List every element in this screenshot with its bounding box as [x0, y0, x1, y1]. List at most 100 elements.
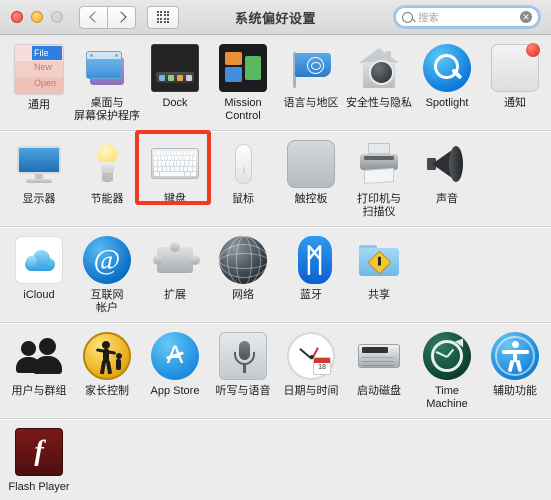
pref-item-energy-saver[interactable]: 节能器	[73, 140, 141, 219]
grid-icon	[156, 10, 170, 24]
pref-label: 用户与群组	[11, 385, 67, 397]
keyboard-icon-wrap	[151, 140, 199, 188]
pref-item-startup-disk[interactable]: 启动磁盘	[345, 332, 413, 411]
language-region-icon	[287, 44, 335, 92]
search-icon	[402, 11, 413, 23]
prefs-row-third-party: f Flash Player	[0, 418, 551, 500]
prefs-row-internet: iCloud @ 互联网 帐户 扩展 网络 ᛗ 蓝牙 共享	[0, 226, 551, 322]
bluetooth-rune-icon: ᛗ	[304, 242, 325, 278]
prefs-row-system: 用户与群组 家长控制 A App Store	[0, 322, 551, 418]
pref-item-internet-accounts[interactable]: @ 互联网 帐户	[73, 236, 141, 315]
pref-item-dictation-speech[interactable]: 听写与语音	[209, 332, 277, 411]
dictation-speech-icon	[219, 332, 267, 380]
pref-item-security-privacy[interactable]: 安全性与隐私	[345, 44, 413, 123]
sharing-icon	[355, 236, 403, 284]
pref-label: 通知	[504, 97, 526, 109]
pref-label-line2: Control	[225, 110, 261, 122]
pref-item-bluetooth[interactable]: ᛗ 蓝牙	[277, 236, 345, 315]
notifications-icon	[491, 43, 540, 92]
clear-search-icon[interactable]: ✕	[520, 11, 532, 23]
icloud-icon	[15, 236, 63, 284]
traffic-lights	[11, 11, 63, 23]
pref-label: 节能器	[90, 193, 124, 205]
pref-label: 扩展	[164, 289, 186, 301]
trackpad-icon	[287, 140, 335, 188]
chevron-right-icon	[114, 11, 127, 23]
search-input[interactable]: 搜索 ✕	[395, 7, 539, 27]
minimize-button[interactable]	[31, 11, 43, 23]
general-icon: File New Open	[14, 44, 64, 94]
users-groups-icon	[15, 332, 63, 380]
pref-item-language-region[interactable]: 语言与地区	[277, 44, 345, 123]
pref-item-extensions[interactable]: 扩展	[141, 236, 209, 315]
pref-item-network[interactable]: 网络	[209, 236, 277, 315]
pref-label: 键盘	[164, 193, 186, 205]
pref-item-users-groups[interactable]: 用户与群组	[5, 332, 73, 411]
pref-item-desktop-screensaver[interactable]: 桌面与 屏幕保护程序	[73, 44, 141, 123]
back-button[interactable]	[79, 5, 107, 29]
printers-scanners-icon	[355, 140, 403, 188]
forward-button[interactable]	[107, 5, 136, 29]
pref-item-notifications[interactable]: 通知	[481, 43, 549, 123]
flash-letter-icon: f	[34, 436, 44, 467]
pref-label-line1: Mission	[224, 97, 262, 109]
pref-label-line2: 屏幕保护程序	[74, 110, 140, 122]
notification-badge-icon	[526, 43, 540, 57]
sound-icon	[423, 140, 471, 188]
pref-label: 鼠标	[232, 193, 254, 205]
preferences-grid: File New Open 通用 桌面与 屏幕保护程序 Dock Mission…	[0, 35, 551, 500]
pref-label-line1: 打印机与	[357, 193, 401, 205]
pref-item-parental-controls[interactable]: 家长控制	[73, 332, 141, 411]
pref-label: Flash Player	[8, 481, 70, 493]
pref-item-icloud[interactable]: iCloud	[5, 236, 73, 315]
navigation-buttons	[79, 5, 136, 29]
pref-label: 家长控制	[85, 385, 129, 397]
pref-item-mouse[interactable]: 鼠标	[209, 140, 277, 219]
pref-item-spotlight[interactable]: Spotlight	[413, 44, 481, 123]
extensions-icon	[151, 236, 200, 284]
dock-icon	[151, 44, 199, 92]
pref-item-app-store[interactable]: A App Store	[141, 332, 209, 411]
search-placeholder: 搜索	[418, 11, 439, 24]
internet-accounts-icon: @	[83, 236, 131, 284]
search-field-container: 搜索 ✕	[393, 5, 541, 29]
prefs-row-hardware: 显示器 节能器 键盘 鼠标 触控板 打印机与 扫描仪 声音	[0, 130, 551, 226]
pref-item-printers-scanners[interactable]: 打印机与 扫描仪	[345, 140, 413, 219]
pref-item-displays[interactable]: 显示器	[5, 140, 73, 219]
date-time-icon: 18	[287, 332, 335, 380]
pref-item-general[interactable]: File New Open 通用	[5, 44, 73, 123]
pref-item-mission-control[interactable]: Mission Control	[209, 44, 277, 123]
bluetooth-icon: ᛗ	[297, 236, 332, 284]
pref-item-trackpad[interactable]: 触控板	[277, 140, 345, 219]
energy-saver-icon	[83, 140, 131, 188]
prefs-row-personal: File New Open 通用 桌面与 屏幕保护程序 Dock Mission…	[0, 35, 551, 130]
show-all-button[interactable]	[147, 5, 179, 29]
pref-item-time-machine[interactable]: Time Machine	[413, 332, 481, 411]
pref-item-dock[interactable]: Dock	[141, 44, 209, 123]
pref-label: 显示器	[22, 193, 56, 205]
pref-label-line1: 互联网	[90, 289, 124, 301]
pref-label: Spotlight	[425, 97, 469, 109]
pref-item-sharing[interactable]: 共享	[345, 236, 413, 315]
pref-label: 辅助功能	[493, 385, 537, 397]
zoom-button	[51, 11, 63, 23]
pref-label: 日期与时间	[283, 385, 339, 397]
displays-icon	[15, 140, 63, 188]
close-button[interactable]	[11, 11, 23, 23]
pref-item-flash-player[interactable]: f Flash Player	[5, 428, 73, 494]
pref-item-keyboard[interactable]: 键盘	[141, 140, 209, 219]
keyboard-icon	[151, 148, 199, 179]
pref-label: 语言与地区	[283, 97, 339, 109]
pref-label-line2: 扫描仪	[362, 206, 396, 218]
search-focus-ring: 搜索 ✕	[393, 5, 541, 29]
at-symbol-icon: @	[93, 243, 121, 276]
general-icon-text-1: File	[34, 48, 49, 58]
pref-label: 声音	[436, 193, 458, 205]
pref-item-date-time[interactable]: 18 日期与时间	[277, 332, 345, 411]
pref-label: 网络	[232, 289, 254, 301]
pref-item-accessibility[interactable]: 辅助功能	[481, 332, 549, 411]
pref-label: 安全性与隐私	[346, 97, 412, 109]
system-preferences-window: 系统偏好设置 搜索 ✕ File New Open 通用 桌面与 屏幕保护程序 …	[0, 0, 551, 500]
mission-control-icon	[219, 44, 267, 92]
pref-item-sound[interactable]: 声音	[413, 140, 481, 219]
